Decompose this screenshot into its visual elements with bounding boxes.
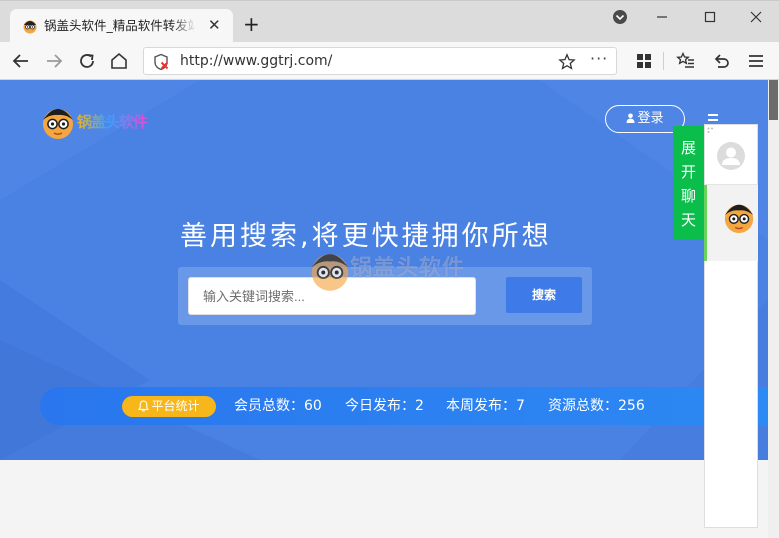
user-icon [626, 113, 635, 123]
watermark-url: www.ggtrj.com [350, 276, 461, 291]
stat-resources: 资源总数：256 [548, 398, 645, 414]
site-security-warning-icon[interactable] [152, 53, 170, 71]
maximize-icon[interactable] [698, 7, 722, 27]
page-scrollbar[interactable] [768, 80, 779, 538]
browser-tab[interactable]: 锅盖头软件_精品软件转发站 ✕ [10, 9, 233, 43]
expand-chat-char: 展 [680, 139, 696, 157]
scrollbar-thumb[interactable] [769, 80, 778, 120]
apps-grid-icon[interactable] [634, 51, 654, 71]
reload-icon[interactable] [77, 51, 97, 71]
stats-badge: 平台统计 [122, 396, 216, 417]
new-tab-button[interactable]: + [243, 13, 260, 35]
chat-guest-avatar[interactable] [716, 141, 746, 171]
expand-chat-char: 聊 [680, 187, 696, 205]
site-menu-icon[interactable] [708, 114, 718, 116]
browser-menu-icon[interactable] [608, 7, 632, 27]
page-actions-more-icon[interactable]: ··· [590, 49, 608, 68]
url-text[interactable]: http://www.ggtrj.com/ [180, 53, 332, 70]
stat-week: 本周发布：7 [446, 398, 525, 414]
watermark-logo-icon [311, 254, 349, 291]
back-arrow-icon[interactable] [11, 51, 31, 71]
navigation-toolbar: http://www.ggtrj.com/ ··· [0, 42, 779, 80]
watermark: 锅盖头软件 www.ggtrj.com [308, 248, 488, 298]
expand-chat-char: 开 [680, 163, 696, 181]
expand-chat-char: 天 [680, 211, 696, 229]
tab-strip: 锅盖头软件_精品软件转发站 ✕ + [0, 0, 779, 43]
page-content-area [0, 460, 768, 538]
stats-badge-label: 平台统计 [151, 399, 200, 413]
site-logo-text[interactable]: 锅盖头软件 [77, 111, 148, 132]
browser-window: 锅盖头软件_精品软件转发站 ✕ + http://www.ggtrj.com/ … [0, 0, 779, 538]
chat-drag-handle-icon[interactable] [707, 127, 717, 135]
platform-stats-bar: 平台统计 会员总数：60 今日发布：2 本周发布：7 资源总数：256 [40, 387, 768, 425]
undo-history-icon[interactable] [711, 51, 731, 71]
bookmark-star-icon[interactable] [558, 53, 576, 71]
stat-members: 会员总数：60 [234, 398, 322, 414]
hero-banner: 锅盖头软件 登录 善用搜索,将更快捷拥你所想 搜索 [0, 80, 768, 460]
toolbar-divider [663, 52, 664, 70]
search-button[interactable]: 搜索 [506, 277, 582, 313]
chat-contact-avatar[interactable] [722, 199, 756, 235]
stat-today: 今日发布：2 [345, 398, 424, 414]
tab-close-icon[interactable]: ✕ [208, 17, 221, 33]
address-bar[interactable]: http://www.ggtrj.com/ ··· [143, 47, 617, 75]
tab-title-fade [170, 15, 198, 37]
bell-icon [138, 400, 150, 412]
expand-chat-button[interactable]: 展 开 聊 天 [673, 126, 704, 240]
site-favicon-icon [23, 20, 37, 34]
site-menu-icon-bar[interactable] [708, 119, 718, 121]
forward-arrow-icon[interactable] [44, 51, 64, 71]
site-logo-icon[interactable] [40, 104, 76, 140]
close-window-icon[interactable] [744, 7, 768, 27]
home-icon[interactable] [109, 51, 129, 71]
web-page: 锅盖头软件 登录 善用搜索,将更快捷拥你所想 搜索 [0, 80, 768, 538]
favorites-list-icon[interactable] [676, 51, 696, 71]
login-label: 登录 [637, 111, 664, 126]
minimize-icon[interactable] [650, 7, 674, 27]
hamburger-menu-icon[interactable] [746, 51, 766, 71]
